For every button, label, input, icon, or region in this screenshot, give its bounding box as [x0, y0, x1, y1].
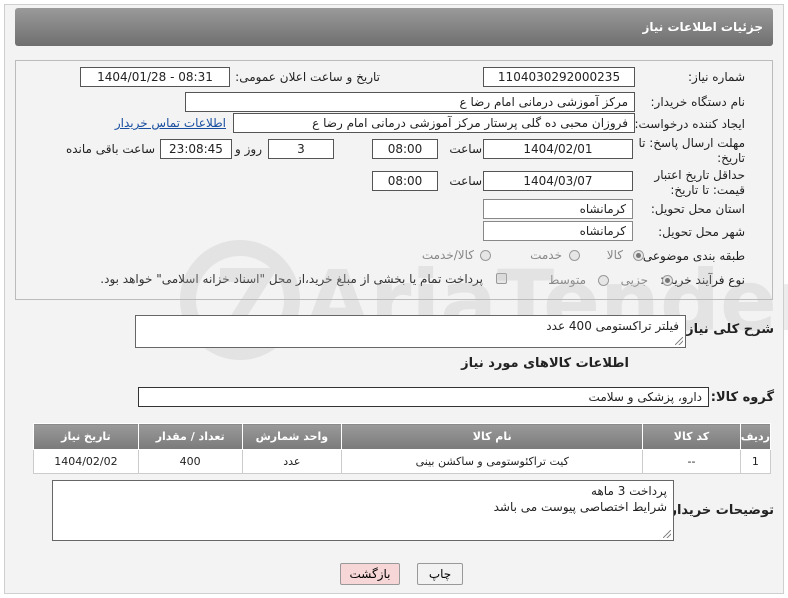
validity-time-field[interactable]: 08:00 — [372, 171, 438, 191]
buyer-notes-label: توضیحات خریدار: — [664, 503, 774, 518]
treasury-bond-checkbox[interactable] — [496, 273, 507, 284]
col-header-item-name: نام کالا — [341, 423, 644, 450]
category-label: طبقه بندی موضوعی: — [638, 249, 745, 263]
reply-time-label: ساعت — [449, 142, 482, 156]
goods-info-heading: اطلاعات کالاهای مورد نیاز — [461, 356, 629, 371]
cell-unit: عدد — [241, 449, 343, 474]
items-table: ردیف کد کالا نام کالا واحد شمارش تعداد /… — [33, 423, 772, 474]
category-goods-service-radio[interactable] — [480, 250, 491, 261]
days-label: روز و — [235, 142, 262, 156]
process-medium-radio[interactable] — [598, 275, 609, 286]
remaining-time-label: ساعت باقی مانده — [65, 142, 155, 156]
process-minor-label: جزیی — [620, 273, 648, 287]
process-minor-radio[interactable] — [662, 275, 673, 286]
buyer-org-field[interactable]: مرکز آموزشی درمانی امام رضا ع — [185, 92, 635, 112]
buyer-contact-link[interactable]: اطلاعات تماس خریدار — [115, 116, 226, 130]
col-header-item-code: کد کالا — [642, 423, 741, 450]
table-row[interactable]: 1 -- کیت تراکئوستومی و ساکشن بینی عدد 40… — [33, 449, 772, 474]
col-header-row-number: ردیف — [739, 423, 772, 450]
cell-item-code: -- — [642, 449, 741, 474]
buyer-notes-line-1: پرداخت 3 ماهه — [591, 484, 667, 498]
reply-time-field[interactable]: 08:00 — [372, 139, 438, 159]
payment-note: پرداخت تمام یا بخشی از مبلغ خرید،از محل … — [100, 272, 483, 286]
col-header-need-date: تاریخ نیاز — [33, 423, 139, 450]
goods-group-label: گروه کالا: — [710, 390, 774, 405]
description-text: فیلتر تراکستومی 400 عدد — [546, 319, 679, 333]
reply-date-field[interactable]: 1404/02/01 — [483, 139, 633, 159]
category-service-radio[interactable] — [569, 250, 580, 261]
need-number-label: شماره نیاز: — [688, 70, 745, 84]
category-goods-service-label: کالا/خدمت — [421, 248, 474, 262]
buyer-notes-line-2: شرایط اختصاصی پیوست می باشد — [493, 500, 667, 514]
page-title: جزئیات اطلاعات نیاز — [15, 8, 773, 46]
table-header-row: ردیف کد کالا نام کالا واحد شمارش تعداد /… — [33, 423, 772, 450]
need-number-field[interactable]: 1104030292000235 — [483, 67, 635, 87]
cell-item-name: کیت تراکئوستومی و ساکشن بینی — [341, 449, 644, 474]
province-label: استان محل تحویل: — [650, 202, 745, 216]
description-textarea[interactable]: فیلتر تراکستومی 400 عدد — [135, 315, 686, 348]
col-header-quantity: تعداد / مقدار — [137, 423, 243, 450]
days-remaining-field[interactable]: 3 — [268, 139, 334, 159]
validity-time-label: ساعت — [449, 174, 482, 188]
print-button[interactable]: چاپ — [417, 563, 463, 585]
resize-grip-icon[interactable] — [675, 337, 683, 345]
resize-grip-icon[interactable] — [663, 530, 671, 538]
category-goods-label: کالا — [606, 248, 623, 262]
city-field[interactable]: کرمانشاه — [483, 221, 633, 241]
description-label: شرح کلی نیاز: — [680, 322, 774, 337]
goods-group-field[interactable]: دارو، پزشکی و سلامت — [138, 387, 709, 407]
buyer-org-label: نام دستگاه خریدار: — [650, 95, 746, 109]
price-validity-label: حداقل تاریخ اعتبار قیمت: تا تاریخ: — [654, 168, 745, 197]
cell-row-number: 1 — [739, 449, 772, 474]
cell-quantity: 400 — [137, 449, 243, 474]
process-medium-label: متوسط — [548, 273, 586, 287]
category-goods-radio[interactable] — [633, 250, 644, 261]
remaining-time-field[interactable]: 23:08:45 — [160, 139, 232, 159]
validity-date-field[interactable]: 1404/03/07 — [483, 171, 633, 191]
cell-need-date: 1404/02/02 — [33, 449, 139, 474]
category-service-label: خدمت — [530, 248, 562, 262]
requester-label: ایجاد کننده درخواست: — [634, 117, 745, 131]
announce-label: تاریخ و ساعت اعلان عمومی: — [235, 70, 380, 84]
reply-deadline-label: مهلت ارسال پاسخ: تا تاریخ: — [638, 136, 745, 165]
city-label: شهر محل تحویل: — [658, 225, 745, 239]
col-header-unit: واحد شمارش — [241, 423, 343, 450]
province-field[interactable]: کرمانشاه — [483, 199, 633, 219]
requester-field[interactable]: فروزان محبی ده گلی پرستار مرکز آموزشی در… — [233, 113, 635, 133]
buyer-notes-textarea[interactable]: پرداخت 3 ماهه شرایط اختصاصی پیوست می باش… — [52, 480, 674, 541]
back-button[interactable]: بازگشت — [340, 563, 400, 585]
announce-datetime-field[interactable]: 1404/01/28 - 08:31 — [80, 67, 230, 87]
